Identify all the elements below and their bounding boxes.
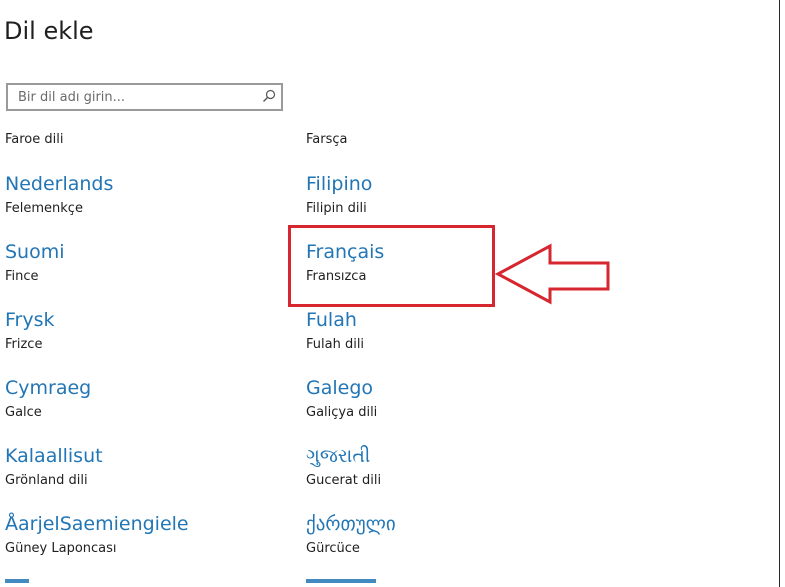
language-item-dutch[interactable]: Nederlands Felemenkçe <box>5 172 265 228</box>
language-item-galician[interactable]: Galego Galiçya dili <box>306 376 566 432</box>
language-local-name: Güney Laponcası <box>5 541 117 556</box>
language-local-name: Fince <box>5 269 39 284</box>
language-local-name: Farsça <box>306 132 348 147</box>
search-box[interactable] <box>6 83 283 111</box>
language-item-gujarati[interactable]: ગુજરાતી Gucerat dili <box>306 444 566 500</box>
language-local-name: Galiçya dili <box>306 405 378 420</box>
language-local-name: Faroe dili <box>5 132 64 147</box>
language-item-filipino[interactable]: Filipino Filipin dili <box>306 172 566 228</box>
language-local-name: Grönland dili <box>5 473 88 488</box>
language-item-persian[interactable]: Farsça <box>306 120 566 159</box>
language-native-name: Cymraeg <box>5 377 92 399</box>
language-native-name: ગુજરાતી <box>306 445 371 467</box>
language-local-name: Frizce <box>5 337 43 352</box>
search-icon[interactable] <box>262 89 276 103</box>
language-item-faroese[interactable]: Faroe dili <box>5 120 265 159</box>
search-input[interactable] <box>8 85 258 109</box>
window-edge-divider <box>779 0 780 587</box>
language-item-finnish[interactable]: Suomi Fince <box>5 240 265 296</box>
language-native-name: ქართული <box>306 513 396 535</box>
language-native-name: Kalaallisut <box>5 445 103 467</box>
language-item-greenlandic[interactable]: Kalaallisut Grönland dili <box>5 444 265 500</box>
page-title: Dil ekle <box>4 17 94 45</box>
language-item-georgian[interactable]: ქართული Gürcüce <box>306 512 566 568</box>
language-native-name: Suomi <box>5 241 65 263</box>
language-local-name: Gucerat dili <box>306 473 382 488</box>
language-local-name: Filipin dili <box>306 201 367 216</box>
annotation-highlight-box <box>288 225 495 307</box>
language-native-name: Galego <box>306 377 374 399</box>
language-item-southern-sami[interactable]: ÅarjelSaemiengiele Güney Laponcası <box>5 512 265 568</box>
partial-language-item <box>306 579 376 583</box>
language-local-name: Gürcüce <box>306 541 360 556</box>
language-native-name: Fulah <box>306 309 357 331</box>
language-list: Faroe dili Nederlands Felemenkçe Suomi F… <box>0 120 779 587</box>
language-native-name: Filipino <box>306 173 373 195</box>
language-native-name: Nederlands <box>5 173 114 195</box>
annotation-arrow-icon <box>495 243 610 305</box>
language-local-name: Felemenkçe <box>5 201 83 216</box>
partial-language-item <box>5 579 29 583</box>
language-item-fulah[interactable]: Fulah Fulah dili <box>306 308 566 364</box>
language-local-name: Fulah dili <box>306 337 365 352</box>
language-native-name: ÅarjelSaemiengiele <box>5 513 189 535</box>
language-item-welsh[interactable]: Cymraeg Galce <box>5 376 265 432</box>
add-language-page: Dil ekle Faroe dili Nederlands Felemenkç… <box>0 0 785 587</box>
language-native-name: Frysk <box>5 309 55 331</box>
language-item-frisian[interactable]: Frysk Frizce <box>5 308 265 364</box>
language-local-name: Galce <box>5 405 42 420</box>
